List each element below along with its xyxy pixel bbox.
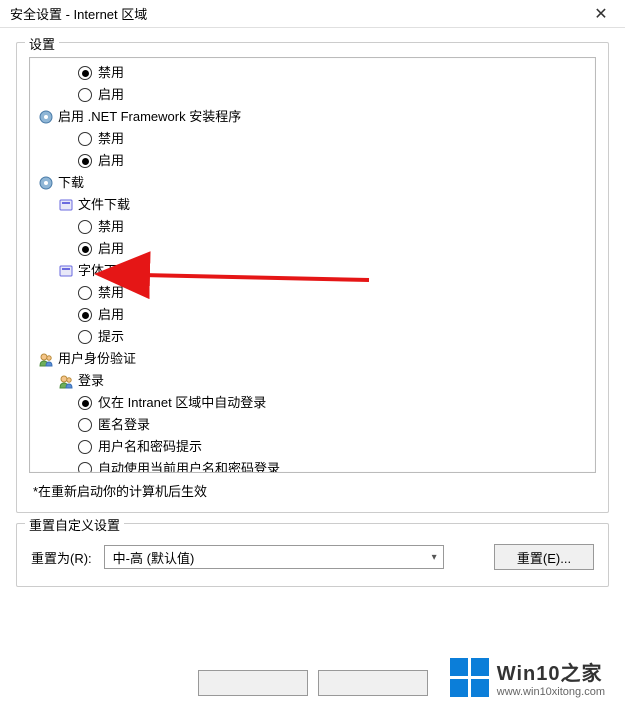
tree-item-label: 启用 .NET Framework 安装程序 [58,106,241,128]
radio-icon [78,286,92,300]
windows-logo-icon [450,658,489,697]
radio-icon [78,220,92,234]
tree-item-label: 提示 [98,326,124,348]
chevron-down-icon: ▾ [432,552,437,563]
tree-category: 登录 [36,370,595,392]
ok-button[interactable] [198,670,308,696]
tree-item-label: 下载 [58,172,84,194]
tree-item-label: 启用 [98,84,124,106]
box-icon [58,197,74,213]
close-button[interactable]: ✕ [581,2,621,26]
radio-icon [78,418,92,432]
tree-category: 文件下载 [36,194,595,216]
tree-radio-option[interactable]: 禁用 [36,216,595,238]
tree-item-label: 字体下载 [78,260,130,282]
watermark: Win10之家 www.win10xitong.com [450,657,605,698]
titlebar: 安全设置 - Internet 区域 ✕ [0,0,625,28]
settings-group-title: 设置 [25,34,59,53]
tree-radio-option[interactable]: 提示 [36,326,595,348]
watermark-title: Win10之家 [497,657,605,686]
tree-category: 下载 [36,172,595,194]
tree-item-label: 用户名和密码提示 [98,436,202,458]
user-icon [38,351,54,367]
gear-icon [38,109,54,125]
tree-radio-option[interactable]: 禁用 [36,128,595,150]
box-icon [58,263,74,279]
tree-item-label: 用户身份验证 [58,348,136,370]
tree-item-label: 自动使用当前用户名和密码登录 [98,458,280,473]
tree-item-label: 文件下载 [78,194,130,216]
tree-category: 字体下载 [36,260,595,282]
reset-level-value: 中-高 (默认值) [113,548,195,567]
tree-radio-option[interactable]: 禁用 [36,62,595,84]
tree-radio-option[interactable]: 启用 [36,84,595,106]
gear-icon [38,175,54,191]
tree-item-label: 仅在 Intranet 区域中自动登录 [98,392,266,414]
user-icon [58,373,74,389]
reset-group-title: 重置自定义设置 [25,515,124,534]
window-title: 安全设置 - Internet 区域 [10,4,147,23]
tree-category: 用户身份验证 [36,348,595,370]
tree-radio-option[interactable]: 仅在 Intranet 区域中自动登录 [36,392,595,414]
tree-item-label: 启用 [98,238,124,260]
cancel-button[interactable] [318,670,428,696]
settings-group: 设置 禁用启用启用 .NET Framework 安装程序禁用启用下载文件下载禁… [16,42,609,513]
radio-icon [78,308,92,322]
tree-item-label: 匿名登录 [98,414,150,436]
radio-icon [78,66,92,80]
radio-icon [78,242,92,256]
radio-icon [78,462,92,473]
tree-item-label: 禁用 [98,62,124,84]
tree-radio-option[interactable]: 禁用 [36,282,595,304]
reset-group: 重置自定义设置 重置为(R): 中-高 (默认值) ▾ 重置(E)... [16,523,609,587]
tree-item-label: 启用 [98,304,124,326]
radio-icon [78,88,92,102]
tree-radio-option[interactable]: 匿名登录 [36,414,595,436]
radio-icon [78,132,92,146]
close-icon: ✕ [594,4,607,24]
tree-category: 启用 .NET Framework 安装程序 [36,106,595,128]
reset-level-select[interactable]: 中-高 (默认值) ▾ [104,545,444,569]
watermark-url: www.win10xitong.com [497,686,605,698]
tree-item-label: 登录 [78,370,104,392]
reset-to-label: 重置为(R): [31,548,92,567]
settings-tree[interactable]: 禁用启用启用 .NET Framework 安装程序禁用启用下载文件下载禁用启用… [29,57,596,473]
reset-button[interactable]: 重置(E)... [494,544,594,570]
tree-item-label: 禁用 [98,216,124,238]
tree-radio-option[interactable]: 启用 [36,238,595,260]
restart-note: *在重新启动你的计算机后生效 [29,481,596,500]
radio-icon [78,154,92,168]
radio-icon [78,330,92,344]
tree-item-label: 禁用 [98,128,124,150]
tree-item-label: 启用 [98,150,124,172]
radio-icon [78,396,92,410]
tree-radio-option[interactable]: 用户名和密码提示 [36,436,595,458]
tree-radio-option[interactable]: 启用 [36,150,595,172]
radio-icon [78,440,92,454]
tree-radio-option[interactable]: 启用 [36,304,595,326]
tree-radio-option[interactable]: 自动使用当前用户名和密码登录 [36,458,595,473]
tree-item-label: 禁用 [98,282,124,304]
